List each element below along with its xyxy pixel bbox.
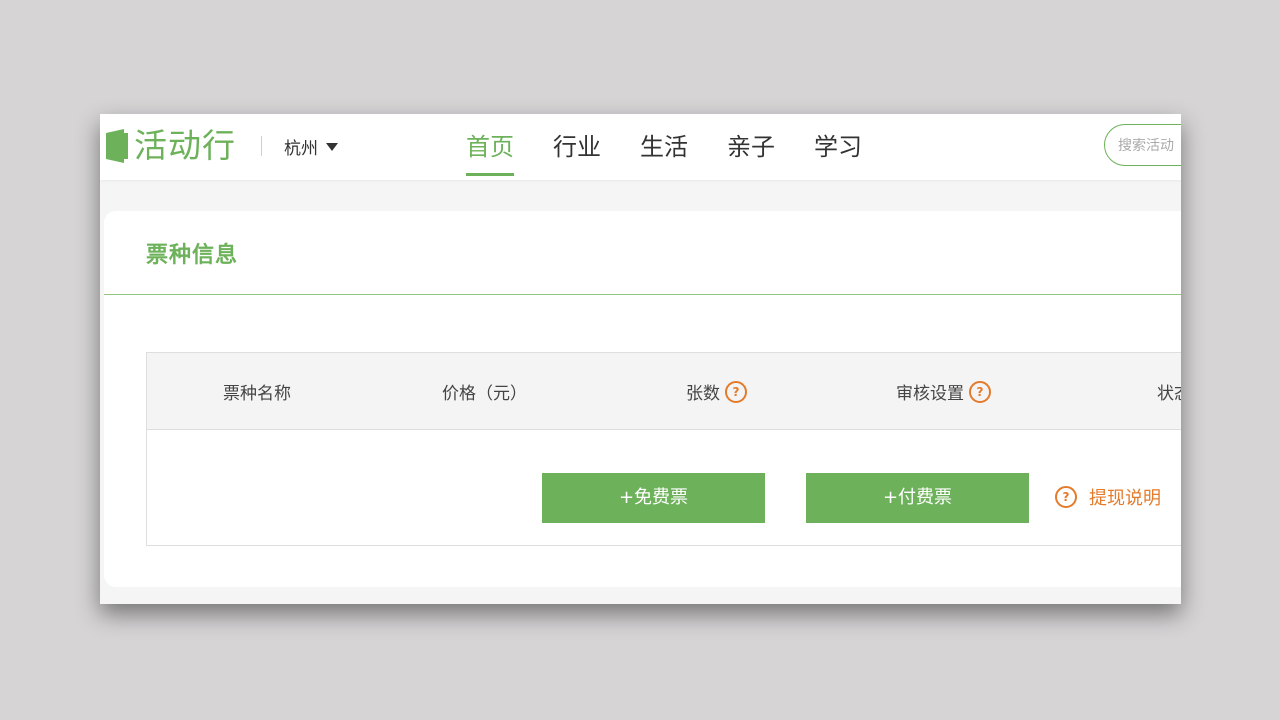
add-free-ticket-button[interactable]: +免费票 [542,473,765,523]
nav-item-learning[interactable]: 学习 [814,114,862,176]
browser-viewport: 活动行 杭州 首页 行业 生活 亲子 学习 搜索活动 票种信息 票种名称 价格（… [100,114,1181,604]
column-label: 张数 [686,384,720,404]
question-circle-icon: ? [1055,486,1077,508]
section-divider [104,294,1181,295]
column-label: 状态 [1157,384,1181,404]
caret-down-icon [326,142,338,151]
add-paid-ticket-button[interactable]: +付费票 [806,473,1029,523]
column-header-quantity: 张数 ? [686,379,747,404]
city-selector[interactable]: 杭州 [284,134,338,159]
ticket-info-card: 票种信息 票种名称 价格（元） 张数 ? 审核设置 ? 状态 [104,211,1181,587]
ticket-table: 票种名称 价格（元） 张数 ? 审核设置 ? 状态 +免费票 +付费票 [146,352,1181,546]
column-label: 票种名称 [223,384,291,404]
question-circle-icon[interactable]: ? [969,380,991,403]
top-header: 活动行 杭州 首页 行业 生活 亲子 学习 搜索活动 [100,114,1181,180]
nav-item-industry[interactable]: 行业 [553,114,601,176]
column-header-status: 状态 [1157,379,1181,404]
column-label: 价格（元） [442,384,527,404]
withdraw-help-label: 提现说明 [1089,488,1161,509]
site-logo[interactable]: 活动行 [100,126,236,166]
table-header: 票种名称 价格（元） 张数 ? 审核设置 ? 状态 [147,353,1181,430]
logo-divider [261,136,262,156]
city-label: 杭州 [284,139,318,159]
nav-item-home[interactable]: 首页 [466,114,514,176]
withdraw-help-link[interactable]: ? 提现说明 [1055,484,1161,510]
main-nav: 首页 行业 生活 亲子 学习 [466,114,901,180]
column-header-review-setting: 审核设置 ? [896,379,991,404]
column-label: 审核设置 [896,384,964,404]
door-logo-icon [102,127,130,165]
column-header-price: 价格（元） [442,379,527,404]
question-circle-icon[interactable]: ? [725,380,747,403]
column-header-ticket-name: 票种名称 [223,379,291,404]
section-title: 票种信息 [146,243,239,268]
search-input[interactable]: 搜索活动 [1104,124,1181,166]
logo-text: 活动行 [134,126,236,165]
nav-item-life[interactable]: 生活 [640,114,688,176]
nav-item-family[interactable]: 亲子 [727,114,775,176]
